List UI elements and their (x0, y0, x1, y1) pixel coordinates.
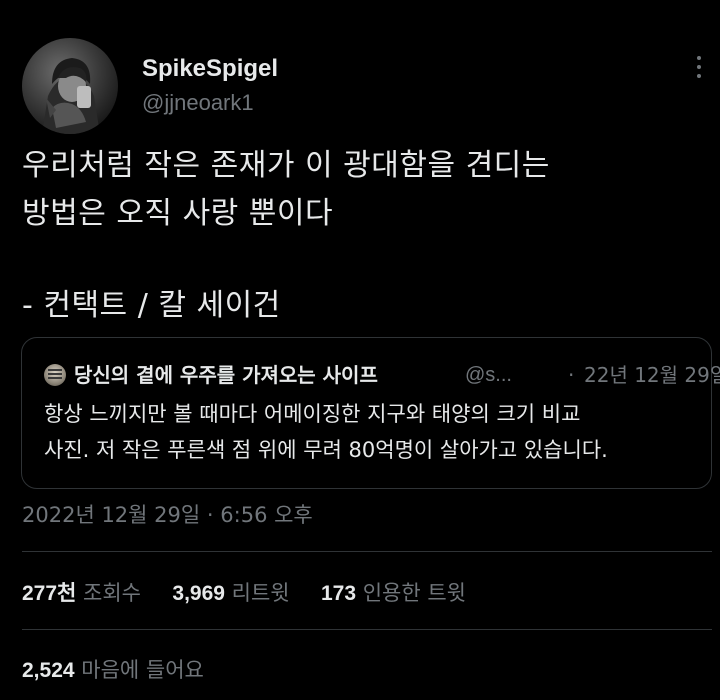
more-options-icon[interactable] (694, 56, 704, 86)
engagement-stats: 277천 조회수 3,969 리트윗 173 인용한 트윗 (22, 578, 466, 609)
timestamp-time: 6:56 오후 (220, 503, 313, 527)
quotes-stat[interactable]: 173 인용한 트윗 (321, 581, 466, 605)
top-edge (0, 0, 720, 14)
tweet-text-line: 우리처럼 작은 존재가 이 광대함을 견디는 (22, 148, 550, 183)
quoted-author-name: 당신의 곁에 우주를 가져오는 사이프 (74, 363, 378, 387)
retweets-stat[interactable]: 3,969 리트윗 (172, 581, 296, 605)
likes-label: 마음에 들어요 (81, 658, 204, 682)
quoted-author-handle: @s... (465, 364, 512, 386)
divider (22, 551, 712, 552)
views-label: 조회수 (83, 581, 142, 605)
tweet-text-line: - 컨택트 / 칼 세이건 (22, 288, 281, 323)
tweet-header: SpikeSpigel @jjneoark1 (22, 38, 712, 134)
quotes-label: 인용한 트윗 (362, 581, 466, 605)
tweet-text: 우리처럼 작은 존재가 이 광대함을 견디는 방법은 오직 사랑 뿐이다 - 컨… (22, 142, 702, 330)
divider (22, 629, 712, 630)
quoted-separator: · (568, 363, 575, 387)
quotes-count: 173 (320, 582, 357, 605)
avatar-image (42, 58, 100, 134)
tweet-text-line: 방법은 오직 사랑 뿐이다 (22, 196, 334, 231)
views-stat: 277천 조회수 (22, 581, 148, 605)
views-count: 277천 (22, 582, 77, 605)
author-display-name[interactable]: SpikeSpigel (142, 54, 278, 84)
quoted-date: 22년 12월 29일 (584, 363, 720, 387)
timestamp-date: 2022년 12월 29일 (22, 503, 201, 527)
quoted-tweet[interactable]: 당신의 곁에 우주를 가져오는 사이프 @s... · 22년 12월 29일 … (21, 337, 720, 489)
quoted-text-line: 항상 느끼지만 볼 때마다 어메이징한 지구와 태양의 크기 비교 (44, 402, 581, 426)
author-handle[interactable]: @jjneoark1 (142, 88, 278, 118)
quoted-text-line: 사진. 저 작은 푸른색 점 위에 무려 80억명이 살아가고 있습니다. (44, 438, 608, 462)
quoted-tweet-text: 항상 느끼지만 볼 때마다 어메이징한 지구와 태양의 크기 비교 사진. 저 … (44, 396, 704, 468)
retweets-count: 3,969 (172, 582, 225, 605)
likes-count: 2,524 (22, 659, 75, 682)
likes-stat[interactable]: 2,524 마음에 들어요 (22, 655, 204, 686)
retweets-label: 리트윗 (231, 581, 290, 605)
timestamp-separator: · (206, 503, 214, 527)
tweet-timestamp[interactable]: 2022년 12월 29일 · 6:56 오후 (22, 500, 313, 530)
quoted-author-avatar (44, 364, 66, 386)
avatar[interactable] (22, 38, 118, 134)
